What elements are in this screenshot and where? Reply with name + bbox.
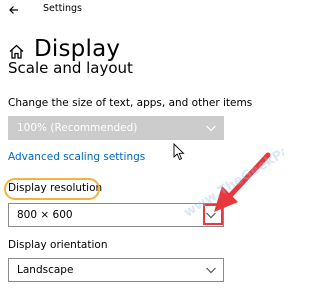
display-resolution-value: 800 × 600 [17,209,73,221]
chevron-down-icon [206,267,216,274]
resolution-label-highlight [4,178,100,200]
app-title: Settings [43,3,82,14]
watermark: www.TheGeekPage.com [181,120,284,220]
home-icon[interactable] [8,43,25,60]
display-orientation-value: Landscape [17,264,74,276]
text-size-value: 100% (Recommended) [17,122,138,134]
settings-window: Settings Display Scale and layout Change… [0,0,284,300]
display-orientation-dropdown[interactable]: Landscape [8,258,224,282]
display-orientation-label: Display orientation [8,239,108,251]
advanced-scaling-link[interactable]: Advanced scaling settings [8,151,145,163]
back-arrow-icon [9,6,18,14]
svg-text:www.TheGeekPage.com: www.TheGeekPage.com [181,120,284,220]
title-bar: Settings [0,0,284,22]
text-size-label: Change the size of text, apps, and other… [8,97,253,109]
back-button[interactable] [6,2,22,18]
section-title-scale-layout: Scale and layout [8,59,133,77]
